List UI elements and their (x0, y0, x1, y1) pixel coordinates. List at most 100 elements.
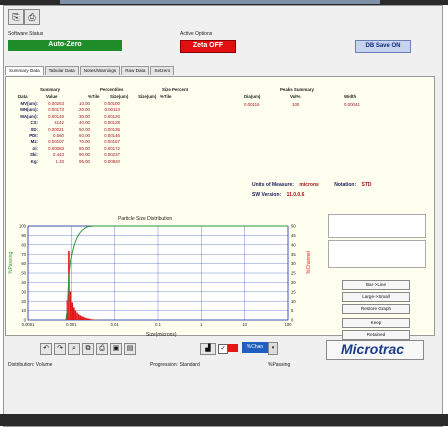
channel-color-swatch[interactable] (228, 344, 238, 352)
chart-type-icon[interactable]: ▟ (200, 343, 216, 355)
chart-bar (70, 291, 72, 320)
restore-graph-button[interactable]: Restore Graph (342, 304, 410, 314)
col-value: Value (46, 94, 57, 99)
y-tick-label: 20 (21, 299, 26, 304)
tab-bar: Summary Data Tabular Data Notes/Warnings… (5, 66, 175, 75)
print-icon[interactable]: ⎙ (24, 9, 40, 25)
chart-bar (87, 318, 89, 320)
chart-bar (86, 318, 88, 320)
y-tick-label: 50 (21, 271, 26, 276)
passing-label: %Passing (268, 362, 290, 368)
image-icon[interactable]: ▤ (124, 343, 136, 355)
channel-select[interactable]: %Chan (242, 342, 268, 353)
y-axis-label: %Passing (8, 252, 14, 274)
y2-tick-label: 20 (291, 280, 296, 285)
col-peak-vol: Vol% (290, 94, 300, 99)
tab-raw-data[interactable]: Raw Data (121, 66, 149, 75)
copy-icon[interactable]: ⧉ (82, 343, 94, 355)
y2-tick-label: 25 (291, 271, 296, 276)
db-save-indicator: DB Save ON (355, 40, 411, 53)
undo-icon[interactable]: ↶ (40, 343, 52, 355)
distribution-label: Distribution: Volume (8, 362, 52, 368)
right-info-box-2 (328, 240, 426, 268)
col-sp-tile: %Tile (160, 94, 171, 99)
x-tick-label: 1 (200, 322, 203, 327)
chart-bar (79, 315, 81, 320)
col-size: Size(um) (110, 94, 128, 99)
auto-zero-indicator: Auto-Zero (8, 40, 122, 51)
notation-label: Notation: (334, 182, 356, 188)
psd-chart: 0102030405060708090100 05101520253035404… (6, 222, 326, 338)
sw-row: SW Version: 11.0.0.6 (252, 192, 304, 198)
col-ptile: %Tile (88, 94, 99, 99)
zoom-icon[interactable]: ⌕ (68, 343, 80, 355)
chevron-down-icon[interactable]: ▾ (268, 342, 278, 355)
y-tick-label: 90 (21, 233, 26, 238)
title-strip (60, 0, 380, 4)
chart-toolbar: ↶ ↷ ⌕ ⧉ ⎙ ▣ ▤ (40, 343, 136, 355)
chart-bar (76, 313, 78, 320)
chart-bar (91, 319, 93, 320)
percentiles-title: Percentiles (100, 87, 123, 92)
active-options-label: Active Options (180, 31, 212, 37)
channel-checkbox[interactable]: ✓ (218, 344, 228, 354)
y2-tick-label: 35 (291, 252, 296, 257)
y-tick-label: 30 (21, 289, 26, 294)
y-tick-label: 80 (21, 242, 26, 247)
chart-bar (78, 314, 80, 320)
size-percent-title: Size Percent (162, 87, 188, 92)
col-peak-dia: Dia(um) (244, 94, 260, 99)
print-icon[interactable]: ⎙ (96, 343, 108, 355)
keep-button[interactable]: Keep (342, 318, 410, 328)
notation-value: STD (362, 182, 372, 188)
col-sp-size: Size(um) (138, 94, 156, 99)
x-tick-label: 0.0001 (22, 322, 35, 327)
chart-bar (89, 319, 91, 320)
y-tick-label: 100 (19, 224, 27, 229)
save-icon[interactable]: ▣ (110, 343, 122, 355)
peak-dia: 0.00116 (244, 102, 260, 107)
summary-title: Summary (40, 87, 60, 92)
tab-summary-data[interactable]: Summary Data (5, 66, 44, 75)
redo-icon[interactable]: ↷ (54, 343, 66, 355)
peaks-title: Peaks Summary (280, 87, 314, 92)
bottom-bar (0, 414, 448, 426)
x-ticks: 0.00010.0010.010.1110100 (22, 322, 293, 327)
logo-box: Microtrac (326, 340, 424, 360)
tab-setzero[interactable]: Setzero (150, 66, 174, 75)
y2-tick-label: 50 (291, 224, 296, 229)
y2-axis-label: %Channel (306, 251, 312, 274)
x-tick-label: 100 (285, 322, 293, 327)
y-tick-label: 10 (21, 308, 26, 313)
tab-notes-warnings[interactable]: Notes/Warnings (80, 66, 121, 75)
col-peak-width: Width (344, 94, 356, 99)
microtrac-logo: Microtrac (341, 341, 404, 357)
y2-tick-label: 10 (291, 299, 296, 304)
chart-bar (92, 319, 94, 320)
y2-tick-label: 15 (291, 289, 296, 294)
y-ticks: 0102030405060708090100 (19, 224, 27, 323)
open-icon[interactable]: ⎘ (8, 9, 24, 25)
y2-tick-label: 5 (291, 308, 294, 313)
units-label: Units of Measure: (252, 182, 294, 188)
x-tick-label: 0.001 (66, 322, 77, 327)
y2-tick-label: 45 (291, 233, 296, 238)
bar-line-button[interactable]: Bar->Line (342, 280, 410, 290)
y-tick-label: 40 (21, 280, 26, 285)
zeta-indicator: Zeta OFF (180, 40, 236, 53)
status-label: Software Status (8, 31, 43, 37)
y-tick-label: 70 (21, 252, 26, 257)
chart-bar (73, 307, 75, 320)
peak-width: 0.00041 (344, 102, 360, 107)
tab-tabular-data[interactable]: Tabular Data (45, 66, 79, 75)
units-value: microns (299, 182, 318, 188)
sw-value: 11.0.0.6 (287, 192, 305, 198)
y2-tick-label: 40 (291, 242, 296, 247)
chart-bar (83, 317, 85, 320)
peak-vol: 100 (292, 102, 299, 107)
sw-label: SW Version: (252, 192, 281, 198)
right-info-box (328, 214, 426, 238)
retained-button[interactable]: Retained (342, 330, 410, 340)
large-small-button[interactable]: Large->Small (342, 292, 410, 302)
units-row: Units of Measure: microns Notation: STD (252, 182, 372, 188)
